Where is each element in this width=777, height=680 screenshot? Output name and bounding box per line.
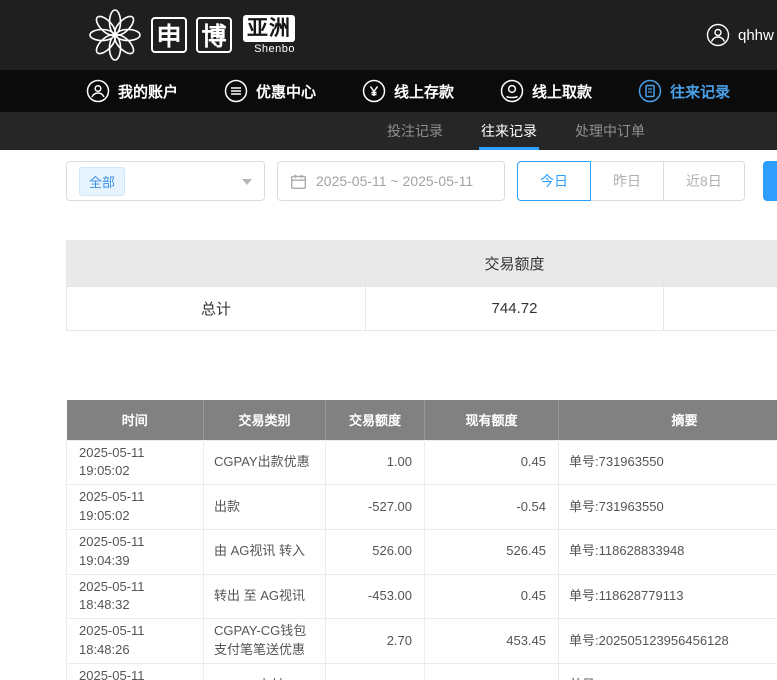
amount-cell: 2.70 [326, 619, 425, 664]
summary-cell: 单号:202505123956456128 [559, 663, 777, 680]
balance-cell: 450.75 [425, 663, 559, 680]
calendar-icon [290, 173, 307, 190]
balance-cell: 0.45 [425, 574, 559, 619]
type-cell: CGPAY-CG钱包支付笔笔送优惠 [204, 619, 326, 664]
chevron-down-icon [242, 179, 252, 185]
tab-label: 往来记录 [481, 121, 537, 141]
nav-item-my-account[interactable]: 我的账户 [86, 79, 178, 103]
balance-cell: 0.45 [425, 440, 559, 485]
nav-item-label: 往来记录 [670, 81, 730, 102]
query-button[interactable] [763, 161, 777, 201]
nav-item-promotions[interactable]: 优惠中心 [224, 79, 316, 103]
summary-blank-cell [664, 287, 777, 331]
last-8-days-button[interactable]: 近8日 [663, 161, 745, 201]
top-bar: 申 博 亚洲 Shenbo qhhw [0, 0, 777, 70]
username-label: qhhw [738, 27, 774, 44]
time-cell: 2025-05-11 19:05:02 [67, 440, 204, 485]
nav-item-label: 我的账户 [118, 81, 178, 102]
type-cell: 转出 至 AG视讯 [204, 574, 326, 619]
nav-item-deposit[interactable]: 线上存款 [362, 79, 454, 103]
summary-cell: 单号:118628779113 [559, 574, 777, 619]
column-header-type: 交易类别 [204, 400, 326, 440]
nav-item-label: 优惠中心 [256, 81, 316, 102]
user-account-chip[interactable]: qhhw [706, 0, 774, 70]
brand-region-label: 亚洲 [243, 15, 295, 42]
table-row: 2025-05-11 19:05:02 CGPAY出款优惠 1.00 0.45 … [67, 440, 777, 485]
user-avatar-icon [706, 23, 730, 47]
yesterday-button[interactable]: 昨日 [590, 161, 664, 201]
nav-item-label: 线上取款 [532, 81, 592, 102]
table-row: 2025-05-11 18:48:32 转出 至 AG视讯 -453.00 0.… [67, 574, 777, 619]
time-cell: 2025-05-11 18:48:26 [67, 663, 204, 680]
summary-header-blank [67, 241, 366, 287]
brand-subtitle: Shenbo [254, 43, 295, 55]
quick-date-group: 今日 昨日 近8日 [517, 161, 745, 201]
summary-header-amount: 交易额度 [366, 241, 664, 287]
date-range-input[interactable]: 2025-05-11 ~ 2025-05-11 [277, 161, 505, 201]
amount-cell: -453.00 [326, 574, 425, 619]
nav-item-label: 线上存款 [394, 81, 454, 102]
amount-cell: 450.00 [326, 663, 425, 680]
date-range-value: 2025-05-11 ~ 2025-05-11 [316, 173, 473, 189]
summary-header-row: 交易额度 [67, 241, 777, 287]
summary-header-blank [664, 241, 777, 287]
summary-cell: 单号:731963550 [559, 485, 777, 530]
type-cell: CGPAY支付 [204, 663, 326, 680]
balance-cell: 526.45 [425, 529, 559, 574]
time-cell: 2025-05-11 19:04:39 [67, 529, 204, 574]
person-icon [86, 79, 110, 103]
today-button[interactable]: 今日 [517, 161, 591, 201]
type-cell: 由 AG视讯 转入 [204, 529, 326, 574]
tab-transaction-records[interactable]: 往来记录 [479, 112, 539, 150]
sub-nav: 投注记录 往来记录 处理中订单 [0, 112, 777, 150]
records-header-row: 时间 交易类别 交易额度 现有额度 摘要 [67, 400, 777, 440]
table-row: 2025-05-11 19:05:02 出款 -527.00 -0.54 单号:… [67, 485, 777, 530]
summary-table: 交易额度 总计 744.72 [66, 240, 777, 331]
table-row: 2025-05-11 18:48:26 CGPAY-CG钱包支付笔笔送优惠 2.… [67, 619, 777, 664]
amount-cell: 1.00 [326, 440, 425, 485]
brand-region: 亚洲 Shenbo [243, 15, 295, 55]
brand-char-bo: 博 [196, 17, 232, 53]
time-cell: 2025-05-11 18:48:32 [67, 574, 204, 619]
summary-total-value: 744.72 [366, 287, 664, 331]
tab-bet-records[interactable]: 投注记录 [385, 112, 445, 150]
brand-logo[interactable]: 申 博 亚洲 Shenbo [88, 8, 295, 62]
tab-label: 处理中订单 [575, 121, 645, 141]
type-cell: 出款 [204, 485, 326, 530]
tab-pending-orders[interactable]: 处理中订单 [573, 112, 647, 150]
summary-cell: 单号:118628833948 [559, 529, 777, 574]
summary-cell: 单号:202505123956456128 [559, 619, 777, 664]
coin-withdraw-icon [500, 79, 524, 103]
type-select[interactable]: 全部 [66, 161, 265, 201]
summary-total-label: 总计 [67, 287, 366, 331]
balance-cell: 453.45 [425, 619, 559, 664]
summary-cell: 单号:731963550 [559, 440, 777, 485]
type-select-value: 全部 [79, 167, 125, 196]
column-header-time: 时间 [67, 400, 204, 440]
column-header-balance: 现有额度 [425, 400, 559, 440]
nav-item-withdraw[interactable]: 线上取款 [500, 79, 592, 103]
nav-item-transaction-records[interactable]: 往来记录 [638, 79, 730, 103]
main-nav: 我的账户 优惠中心 线上存款 线上取款 [0, 70, 777, 112]
time-cell: 2025-05-11 18:48:26 [67, 619, 204, 664]
coin-stack-icon [224, 79, 248, 103]
amount-cell: 526.00 [326, 529, 425, 574]
brand-char-shen: 申 [151, 17, 187, 53]
summary-total-row: 总计 744.72 [67, 287, 777, 331]
table-row: 2025-05-11 19:04:39 由 AG视讯 转入 526.00 526… [67, 529, 777, 574]
column-header-summary: 摘要 [559, 400, 777, 440]
tab-label: 投注记录 [387, 121, 443, 141]
coin-deposit-icon [362, 79, 386, 103]
records-table: 时间 交易类别 交易额度 现有额度 摘要 2025-05-11 19:05:02… [66, 400, 777, 680]
time-cell: 2025-05-11 19:05:02 [67, 485, 204, 530]
amount-cell: -527.00 [326, 485, 425, 530]
type-cell: CGPAY出款优惠 [204, 440, 326, 485]
flower-logo-icon [88, 8, 142, 62]
table-row: 2025-05-11 18:48:26 CGPAY支付 450.00 450.7… [67, 663, 777, 680]
document-icon [638, 79, 662, 103]
column-header-amount: 交易额度 [326, 400, 425, 440]
page: 申 博 亚洲 Shenbo qhhw 我的账户 [0, 0, 777, 680]
balance-cell: -0.54 [425, 485, 559, 530]
filter-bar: 全部 2025-05-11 ~ 2025-05-11 今日 昨日 近8日 [0, 150, 777, 212]
